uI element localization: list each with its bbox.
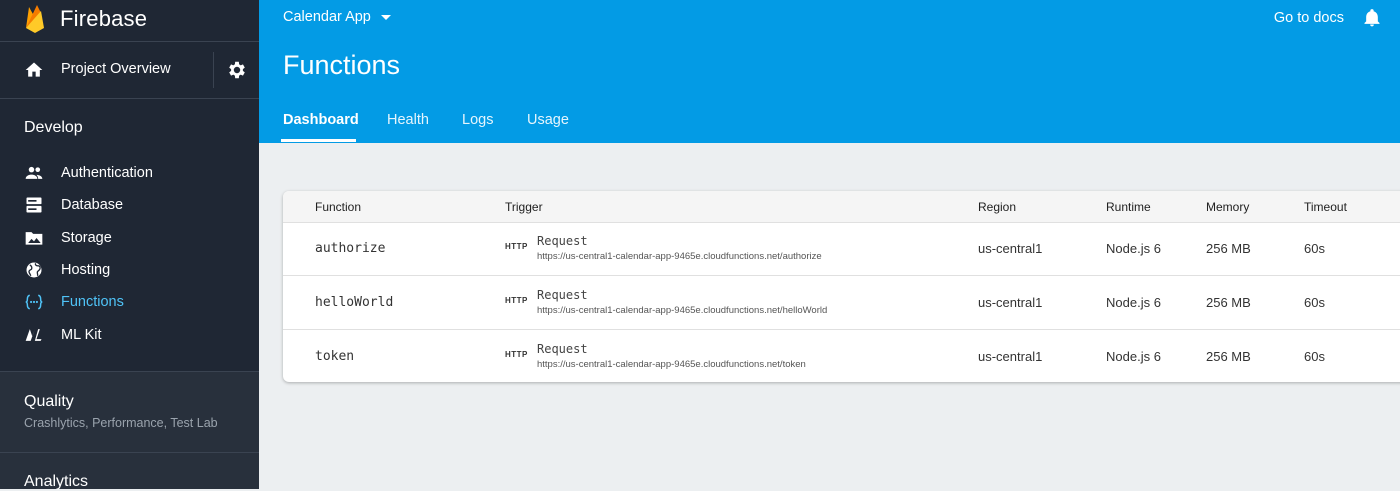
function-name: helloWorld: [315, 295, 394, 310]
trigger-label: Request: [537, 288, 588, 302]
region-cell: us-central1: [978, 295, 1043, 310]
develop-section-title: Develop: [24, 119, 83, 136]
brand-name: Firebase: [60, 6, 148, 31]
timeout-cell: 60s: [1304, 295, 1325, 310]
column-header-timeout[interactable]: Timeout: [1304, 200, 1347, 214]
chevron-down-icon: [380, 14, 391, 20]
timeout-cell: 60s: [1304, 241, 1325, 256]
sidebar-item-label: ML Kit: [61, 327, 102, 343]
table-row[interactable]: authorize HTTP Request https://us-centra…: [283, 222, 1400, 276]
memory-cell: 256 MB: [1206, 349, 1251, 364]
sidebar-item-ml-kit[interactable]: ML Kit: [0, 319, 259, 351]
divider: [213, 52, 214, 88]
trigger-type-badge: HTTP: [505, 242, 528, 251]
brand[interactable]: Firebase: [24, 0, 147, 38]
trigger-type-badge: HTTP: [505, 350, 528, 359]
sidebar-item-functions[interactable]: Functions: [0, 286, 259, 318]
trigger-url[interactable]: https://us-central1-calendar-app-9465e.c…: [537, 251, 822, 262]
column-header-memory[interactable]: Memory: [1206, 200, 1249, 214]
function-name: token: [315, 349, 355, 364]
analytics-section-title: Analytics: [24, 473, 89, 490]
sidebar-item-label: Database: [61, 197, 124, 213]
table-header: Function Trigger Region Runtime Memory T…: [283, 191, 1400, 223]
functions-table: Function Trigger Region Runtime Memory T…: [283, 191, 1400, 382]
sidebar-item-hosting[interactable]: Hosting: [0, 254, 259, 286]
trigger-label: Request: [537, 234, 588, 248]
function-name: authorize: [315, 241, 386, 256]
tab-health[interactable]: Health: [387, 112, 429, 128]
sidebar-item-authentication[interactable]: Authentication: [0, 157, 259, 189]
column-header-function[interactable]: Function: [315, 200, 361, 214]
page-title: Functions: [283, 50, 401, 80]
sidebar: Firebase Project Overview Develop Authen…: [0, 0, 259, 490]
project-selector[interactable]: Calendar App: [283, 9, 391, 25]
sidebar-item-database[interactable]: Database: [0, 189, 259, 221]
mlkit-icon: [25, 329, 42, 341]
tab-usage[interactable]: Usage: [527, 112, 569, 128]
memory-cell: 256 MB: [1206, 241, 1251, 256]
go-to-docs-link[interactable]: Go to docs: [1274, 10, 1344, 26]
home-icon: [25, 62, 43, 77]
sidebar-item-label: Storage: [61, 230, 112, 246]
functions-icon: [25, 294, 43, 310]
project-name: Calendar App: [283, 9, 371, 25]
quality-section[interactable]: Quality Crashlytics, Performance, Test L…: [0, 372, 259, 452]
trigger-url[interactable]: https://us-central1-calendar-app-9465e.c…: [537, 359, 806, 370]
memory-cell: 256 MB: [1206, 295, 1251, 310]
quality-section-subtitle: Crashlytics, Performance, Test Lab: [24, 416, 218, 430]
people-icon: [25, 166, 43, 179]
timeout-cell: 60s: [1304, 349, 1325, 364]
sidebar-item-label: Functions: [61, 294, 124, 310]
table-row[interactable]: helloWorld HTTP Request https://us-centr…: [283, 276, 1400, 330]
firebase-logo-icon: [26, 5, 44, 33]
gear-icon[interactable]: [226, 59, 248, 81]
runtime-cell: Node.js 6: [1106, 349, 1161, 364]
analytics-section[interactable]: Analytics: [0, 453, 259, 490]
bell-icon[interactable]: [1362, 7, 1382, 29]
column-header-region[interactable]: Region: [978, 200, 1016, 214]
active-tab-indicator: [281, 139, 356, 142]
runtime-cell: Node.js 6: [1106, 241, 1161, 256]
project-overview[interactable]: Project Overview: [0, 42, 259, 98]
region-cell: us-central1: [978, 349, 1043, 364]
tab-dashboard[interactable]: Dashboard: [283, 112, 359, 128]
table-row[interactable]: token HTTP Request https://us-central1-c…: [283, 330, 1400, 382]
trigger-label: Request: [537, 342, 588, 356]
sidebar-item-label: Authentication: [61, 165, 153, 181]
trigger-url[interactable]: https://us-central1-calendar-app-9465e.c…: [537, 305, 827, 316]
photo-icon: [25, 232, 43, 245]
database-icon: [26, 197, 42, 213]
column-header-trigger[interactable]: Trigger: [505, 200, 543, 214]
divider: [0, 98, 259, 99]
column-header-runtime[interactable]: Runtime: [1106, 200, 1151, 214]
sidebar-item-storage[interactable]: Storage: [0, 222, 259, 254]
globe-icon: [26, 262, 42, 278]
project-overview-label: Project Overview: [61, 61, 171, 77]
region-cell: us-central1: [978, 241, 1043, 256]
sidebar-item-label: Hosting: [61, 262, 111, 278]
quality-section-title: Quality: [24, 393, 74, 410]
runtime-cell: Node.js 6: [1106, 295, 1161, 310]
trigger-type-badge: HTTP: [505, 296, 528, 305]
tab-logs[interactable]: Logs: [462, 112, 493, 128]
header: Calendar App Go to docs Functions Dashbo…: [259, 0, 1400, 143]
